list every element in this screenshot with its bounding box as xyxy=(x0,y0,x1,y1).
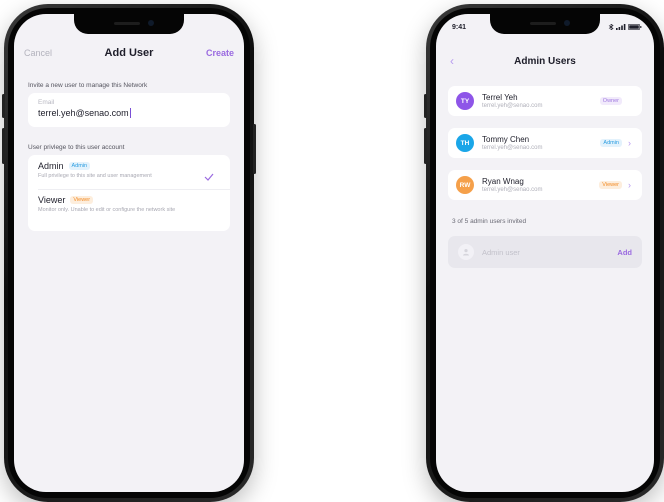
admin-users-screen: 9:41 ‹ Admin Users TY Terrel Yeh terrel.… xyxy=(436,14,654,492)
user-email: terrel.yeh@senao.com xyxy=(482,103,543,109)
avatar: RW xyxy=(456,176,474,194)
status-time: 9:41 xyxy=(452,23,467,31)
owner-badge: Owner xyxy=(599,97,622,105)
add-user-screen: Cancel Add User Create Invite a new user… xyxy=(14,14,244,492)
add-button[interactable]: Add xyxy=(617,248,632,257)
create-button[interactable]: Create xyxy=(206,48,234,58)
admin-user-input[interactable]: Admin user xyxy=(482,248,617,257)
page-title: Add User xyxy=(104,47,154,59)
user-name: Terrel Yeh xyxy=(482,93,518,102)
status-icons xyxy=(608,24,642,30)
user-name: Tommy Chen xyxy=(482,135,530,144)
invited-count: 3 of 5 admin users invited xyxy=(452,218,527,225)
text-caret xyxy=(129,108,131,118)
role-desc: Full privilege to this site and user man… xyxy=(38,173,152,179)
email-field[interactable]: Email terrel.yeh@senao.com xyxy=(28,93,230,127)
viewer-badge: Viewer xyxy=(599,181,622,189)
phone-add-user: Cancel Add User Create Invite a new user… xyxy=(2,4,256,502)
role-name: Admin xyxy=(38,161,64,171)
nav-bar: Cancel Add User Create xyxy=(14,38,244,68)
role-name: Viewer xyxy=(38,195,66,205)
chevron-left-icon[interactable]: ‹ xyxy=(450,54,454,68)
role-options: Admin Admin Full privilege to this site a… xyxy=(28,155,230,231)
divider xyxy=(38,189,230,190)
avatar: TY xyxy=(456,92,474,110)
user-row[interactable]: TY Terrel Yeh terrel.yeh@senao.com Owner xyxy=(448,86,642,116)
stage: Cancel Add User Create Invite a new user… xyxy=(0,0,664,502)
user-email: terrel.yeh@senao.com xyxy=(482,145,543,151)
notch xyxy=(490,14,600,34)
user-row[interactable]: RW Ryan Wnag terrel.yeh@senao.com Viewer… xyxy=(448,170,642,200)
email-value[interactable]: terrel.yeh@senao.com xyxy=(38,108,129,118)
viewer-badge: Viewer xyxy=(70,196,94,204)
admin-badge: Admin xyxy=(68,162,91,170)
invite-label: Invite a new user to manage this Network xyxy=(28,82,148,89)
user-name: Ryan Wnag xyxy=(482,177,524,186)
bluetooth-icon xyxy=(608,24,614,30)
cancel-button[interactable]: Cancel xyxy=(24,48,52,58)
add-admin-row: Admin user Add xyxy=(448,236,642,268)
battery-icon xyxy=(628,24,642,30)
notch xyxy=(74,14,184,34)
role-option-admin[interactable]: Admin Admin Full privilege to this site a… xyxy=(38,161,220,181)
page-title: Admin Users xyxy=(514,55,576,67)
privilege-label: User privlege to this user account xyxy=(28,144,125,151)
nav-bar: ‹ Admin Users xyxy=(436,50,654,72)
role-desc: Monitor only. Unable to edit or configur… xyxy=(38,207,176,213)
chevron-right-icon[interactable]: › xyxy=(628,138,634,148)
user-placeholder-icon xyxy=(458,244,474,260)
checkmark-icon xyxy=(204,173,214,181)
admin-badge: Admin xyxy=(600,139,622,147)
chevron-right-icon[interactable]: › xyxy=(628,180,634,190)
role-option-viewer[interactable]: Viewer Viewer Monitor only. Unable to edi… xyxy=(38,195,220,214)
user-row[interactable]: TH Tommy Chen terrel.yeh@senao.com Admin… xyxy=(448,128,642,158)
email-label: Email xyxy=(38,99,55,106)
avatar: TH xyxy=(456,134,474,152)
signal-icon xyxy=(616,24,626,30)
phone-admin-users: 9:41 ‹ Admin Users TY Terrel Yeh terrel.… xyxy=(424,4,664,502)
user-email: terrel.yeh@senao.com xyxy=(482,187,543,193)
